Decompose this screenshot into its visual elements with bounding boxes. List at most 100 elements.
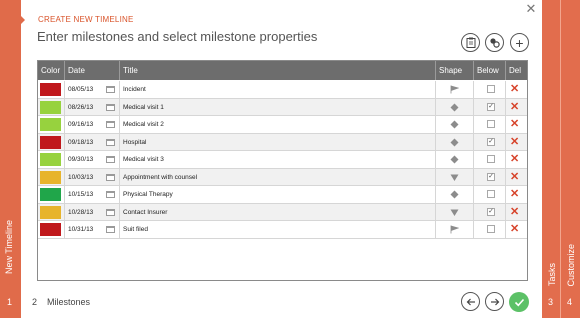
checkmark-icon xyxy=(514,298,524,306)
shape-cell xyxy=(436,168,474,186)
date-field[interactable]: 10/15/13 xyxy=(65,191,93,198)
calendar-icon[interactable] xyxy=(106,121,115,128)
triangle-down-icon[interactable] xyxy=(450,208,459,217)
color-swatch[interactable] xyxy=(40,205,61,219)
back-button[interactable] xyxy=(461,292,480,311)
below-checkbox[interactable]: ✓ xyxy=(487,137,495,146)
below-checkbox[interactable] xyxy=(487,190,495,198)
delete-icon[interactable]: ✕ xyxy=(510,117,519,132)
date-field[interactable]: 09/30/13 xyxy=(65,156,93,163)
table-row: 09/18/13 Hospital ✓ ✕ xyxy=(38,133,527,151)
below-checkbox[interactable] xyxy=(487,155,495,163)
col-del: Del xyxy=(509,66,522,75)
diamond-icon[interactable] xyxy=(450,120,459,129)
close-icon[interactable]: ✕ xyxy=(524,2,538,16)
date-field[interactable]: 10/03/13 xyxy=(65,174,93,181)
shape-cell xyxy=(436,116,474,133)
shape-cell xyxy=(436,151,474,168)
calendar-icon[interactable] xyxy=(106,173,115,181)
date-field[interactable]: 08/05/13 xyxy=(65,86,93,93)
merge-icon xyxy=(490,38,500,48)
table-row: 10/15/13 Physical Therapy ✕ xyxy=(38,186,527,204)
step-tasks[interactable]: Tasks 3 xyxy=(542,0,561,318)
next-button[interactable] xyxy=(485,292,504,311)
date-cell: 09/30/13 xyxy=(65,151,120,168)
color-swatch[interactable] xyxy=(40,188,61,201)
below-checkbox[interactable] xyxy=(487,85,495,93)
color-cell xyxy=(38,81,65,98)
calendar-icon[interactable] xyxy=(106,103,115,111)
below-cell: ✓ xyxy=(474,168,506,186)
below-checkbox[interactable] xyxy=(487,225,495,233)
date-cell: 08/05/13 xyxy=(65,81,120,98)
color-swatch[interactable] xyxy=(40,153,61,166)
triangle-down-icon[interactable] xyxy=(450,173,459,182)
color-swatch[interactable] xyxy=(40,223,61,236)
below-cell: ✓ xyxy=(474,203,506,221)
title-cell: Medical visit 1 xyxy=(120,98,436,116)
title-field[interactable]: Incident xyxy=(120,86,146,93)
flag-icon[interactable] xyxy=(450,225,459,234)
date-field[interactable]: 09/18/13 xyxy=(65,139,93,146)
title-field[interactable]: Physical Therapy xyxy=(120,191,173,198)
color-swatch[interactable] xyxy=(40,83,61,96)
delete-icon[interactable]: ✕ xyxy=(510,170,519,185)
arrow-right-icon xyxy=(490,298,499,305)
below-checkbox[interactable] xyxy=(487,120,495,128)
delete-icon[interactable]: ✕ xyxy=(510,222,519,237)
flag-icon[interactable] xyxy=(450,85,459,94)
title-field[interactable]: Suit filed xyxy=(120,226,148,233)
step-number-3: 3 xyxy=(548,297,554,307)
step-customize[interactable]: Customize 4 xyxy=(561,0,580,318)
title-cell: Medical visit 2 xyxy=(120,116,436,133)
del-cell: ✕ xyxy=(506,204,527,221)
delete-icon[interactable]: ✕ xyxy=(510,82,519,97)
title-field[interactable]: Medical visit 2 xyxy=(120,121,164,128)
color-swatch[interactable] xyxy=(40,170,61,184)
diamond-icon[interactable] xyxy=(450,103,459,112)
delete-icon[interactable]: ✕ xyxy=(510,187,519,202)
calendar-icon[interactable] xyxy=(106,156,115,163)
delete-icon[interactable]: ✕ xyxy=(510,100,519,115)
add-button[interactable]: + xyxy=(510,33,529,52)
color-swatch[interactable] xyxy=(40,135,61,149)
date-field[interactable]: 08/26/13 xyxy=(65,104,93,111)
delete-icon[interactable]: ✕ xyxy=(510,152,519,167)
date-field[interactable]: 10/31/13 xyxy=(65,226,93,233)
paste-button[interactable] xyxy=(461,33,480,52)
calendar-icon[interactable] xyxy=(106,208,115,216)
below-checkbox[interactable]: ✓ xyxy=(487,102,495,111)
calendar-icon[interactable] xyxy=(106,226,115,233)
diamond-icon[interactable] xyxy=(450,190,459,199)
title-field[interactable]: Appointment with counsel xyxy=(120,174,197,181)
merge-button[interactable] xyxy=(485,33,504,52)
table-row: 08/26/13 Medical visit 1 ✓ ✕ xyxy=(38,98,527,116)
active-step-notch xyxy=(19,14,25,26)
title-field[interactable]: Medical visit 3 xyxy=(120,156,164,163)
below-checkbox[interactable]: ✓ xyxy=(487,172,495,181)
col-below: Below xyxy=(474,61,506,80)
table-row: 10/03/13 Appointment with counsel ✓ ✕ xyxy=(38,168,527,186)
date-field[interactable]: 10/28/13 xyxy=(65,209,93,216)
delete-icon[interactable]: ✕ xyxy=(510,205,519,220)
milestones-grid: Color Date Title Shape Below Del 08/05/1… xyxy=(37,60,528,281)
below-checkbox[interactable]: ✓ xyxy=(487,207,495,216)
shape-cell xyxy=(436,98,474,116)
step-strip-left[interactable]: New Timeline 1 xyxy=(0,0,25,318)
diamond-icon[interactable] xyxy=(450,138,459,147)
title-field[interactable]: Contact Insurer xyxy=(120,209,167,216)
below-cell xyxy=(474,221,506,238)
calendar-icon[interactable] xyxy=(106,191,115,198)
finish-button[interactable] xyxy=(509,292,529,312)
step-label-milestones: Milestones xyxy=(47,297,91,307)
date-field[interactable]: 09/16/13 xyxy=(65,121,93,128)
title-field[interactable]: Hospital xyxy=(120,139,146,146)
delete-icon[interactable]: ✕ xyxy=(510,135,519,150)
table-row: 08/05/13 Incident ✕ xyxy=(38,81,527,99)
title-field[interactable]: Medical visit 1 xyxy=(120,104,164,111)
diamond-icon[interactable] xyxy=(450,155,459,164)
calendar-icon[interactable] xyxy=(106,86,115,93)
calendar-icon[interactable] xyxy=(106,138,115,146)
color-swatch[interactable] xyxy=(40,100,61,114)
color-swatch[interactable] xyxy=(40,118,61,131)
